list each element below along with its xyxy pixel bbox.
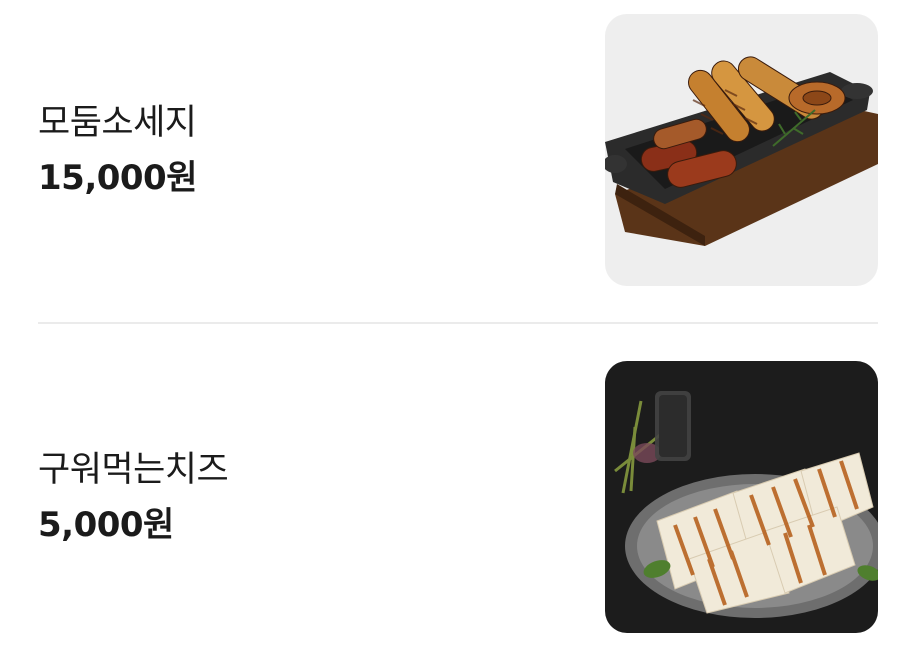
menu-item-text: 구워먹는치즈 5,000원	[38, 361, 229, 633]
menu-item-name: 모둠소세지	[38, 103, 197, 143]
menu-item-sausage[interactable]: 모둠소세지 15,000원	[38, 14, 878, 286]
menu-item-name: 구워먹는치즈	[38, 450, 229, 490]
grilled-cheese-image[interactable]	[605, 361, 878, 633]
sausage-platter-image[interactable]	[605, 14, 878, 286]
menu-list: 모둠소세지 15,000원 구워먹는치즈 5,000원	[0, 0, 900, 646]
divider	[38, 322, 878, 324]
menu-item-price: 5,000원	[38, 505, 174, 545]
menu-item-grilled-cheese[interactable]: 구워먹는치즈 5,000원	[38, 361, 878, 633]
menu-item-price: 15,000원	[38, 158, 197, 198]
menu-item-text: 모둠소세지 15,000원	[38, 14, 197, 286]
